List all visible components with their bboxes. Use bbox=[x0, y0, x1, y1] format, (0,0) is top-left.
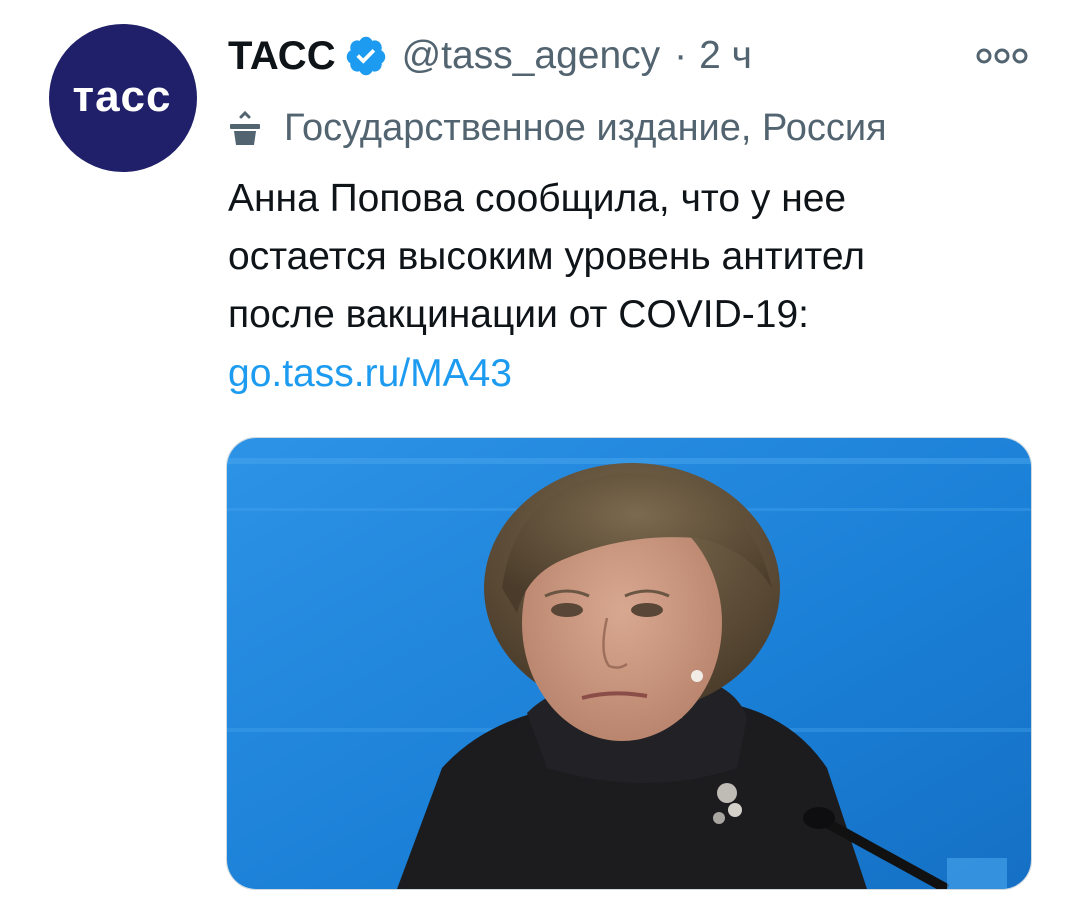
tweet-text-line: Анна Попова сообщила, что у нее bbox=[228, 177, 847, 220]
state-media-label[interactable]: Государственное издание, Россия bbox=[228, 103, 887, 153]
tweet-link[interactable]: go.tass.ru/MA43 bbox=[228, 345, 512, 403]
tweet-text: Анна Попова сообщила, что у нее остается… bbox=[228, 170, 1028, 344]
author-handle[interactable]: @tass_agency bbox=[402, 34, 661, 78]
more-options-icon[interactable] bbox=[973, 38, 1031, 74]
avatar[interactable]: тасс bbox=[49, 24, 197, 172]
tweet-text-line: остается высоким уровень антител bbox=[228, 235, 866, 278]
tweet[interactable]: тасс ТАСС @tass_agency · 2 ч Государстве… bbox=[0, 0, 1069, 915]
tweet-header: ТАСС @tass_agency · 2 ч bbox=[228, 30, 752, 82]
state-media-label-text: Государственное издание, Россия bbox=[284, 106, 887, 149]
author-display-name[interactable]: ТАСС bbox=[228, 34, 336, 79]
separator-dot: · bbox=[674, 34, 688, 77]
tass-logo: тасс bbox=[72, 72, 172, 121]
tweet-timestamp[interactable]: 2 ч bbox=[699, 34, 752, 78]
tweet-text-line: после вакцинации от COVID-19: bbox=[228, 293, 809, 336]
tweet-photo[interactable] bbox=[226, 437, 1032, 890]
verified-badge-icon bbox=[346, 36, 385, 76]
portrait-photo-image bbox=[227, 438, 1031, 889]
podium-icon bbox=[230, 110, 260, 145]
